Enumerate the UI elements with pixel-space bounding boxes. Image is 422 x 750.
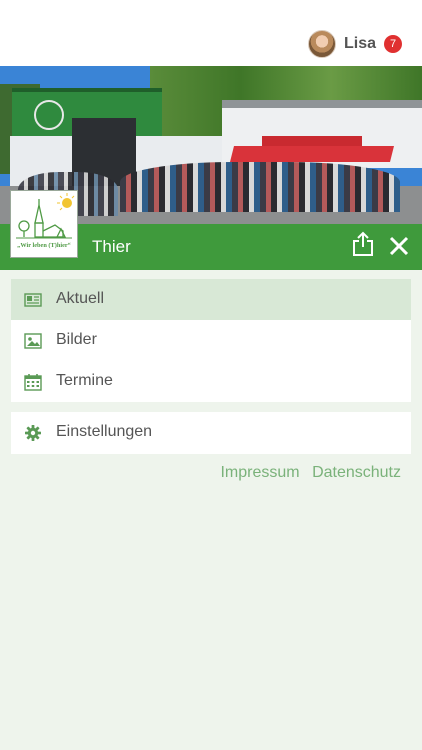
image-icon [24,333,42,349]
settings-menu: Einstellungen [11,412,411,454]
group-name: Thier [92,237,131,256]
notification-badge[interactable]: 7 [384,35,402,53]
menu-item-termine[interactable]: Termine [11,361,411,402]
share-icon [353,231,373,256]
share-button[interactable] [352,231,374,257]
newspaper-icon [24,293,42,307]
photo-people [120,162,400,212]
menu-item-label: Einstellungen [56,423,153,440]
menu-item-label: Termine [56,372,113,389]
menu-item-aktuell[interactable]: Aktuell [11,279,411,320]
footer-links: Impressum Datenschutz [220,464,401,482]
menu-item-einstellungen[interactable]: Einstellungen [11,412,411,453]
photo-tent [230,146,394,162]
photo-building-emblem [34,100,64,130]
impressum-link[interactable]: Impressum [220,464,299,481]
menu-item-label: Bilder [56,331,97,348]
logo-text: „Wir leben (T)hier“ [17,242,71,249]
close-button[interactable] [388,235,410,257]
top-bar: Lisa 7 [0,0,422,66]
menu-item-bilder[interactable]: Bilder [11,320,411,361]
group-logo: „Wir leben (T)hier“ [10,190,78,258]
church-drawing [18,199,67,238]
sun-icon [62,198,72,208]
main-menu: Aktuell Bilder Termine [11,279,411,402]
group-logo-image: „Wir leben (T)hier“ [16,193,75,249]
calendar-icon [24,374,42,391]
avatar[interactable] [307,30,336,58]
menu-item-label: Aktuell [56,290,105,307]
gear-icon [25,425,41,441]
close-icon [389,236,409,256]
user-profile[interactable]: Lisa 7 [307,30,402,58]
user-name[interactable]: Lisa [344,35,376,53]
datenschutz-link[interactable]: Datenschutz [312,464,401,481]
